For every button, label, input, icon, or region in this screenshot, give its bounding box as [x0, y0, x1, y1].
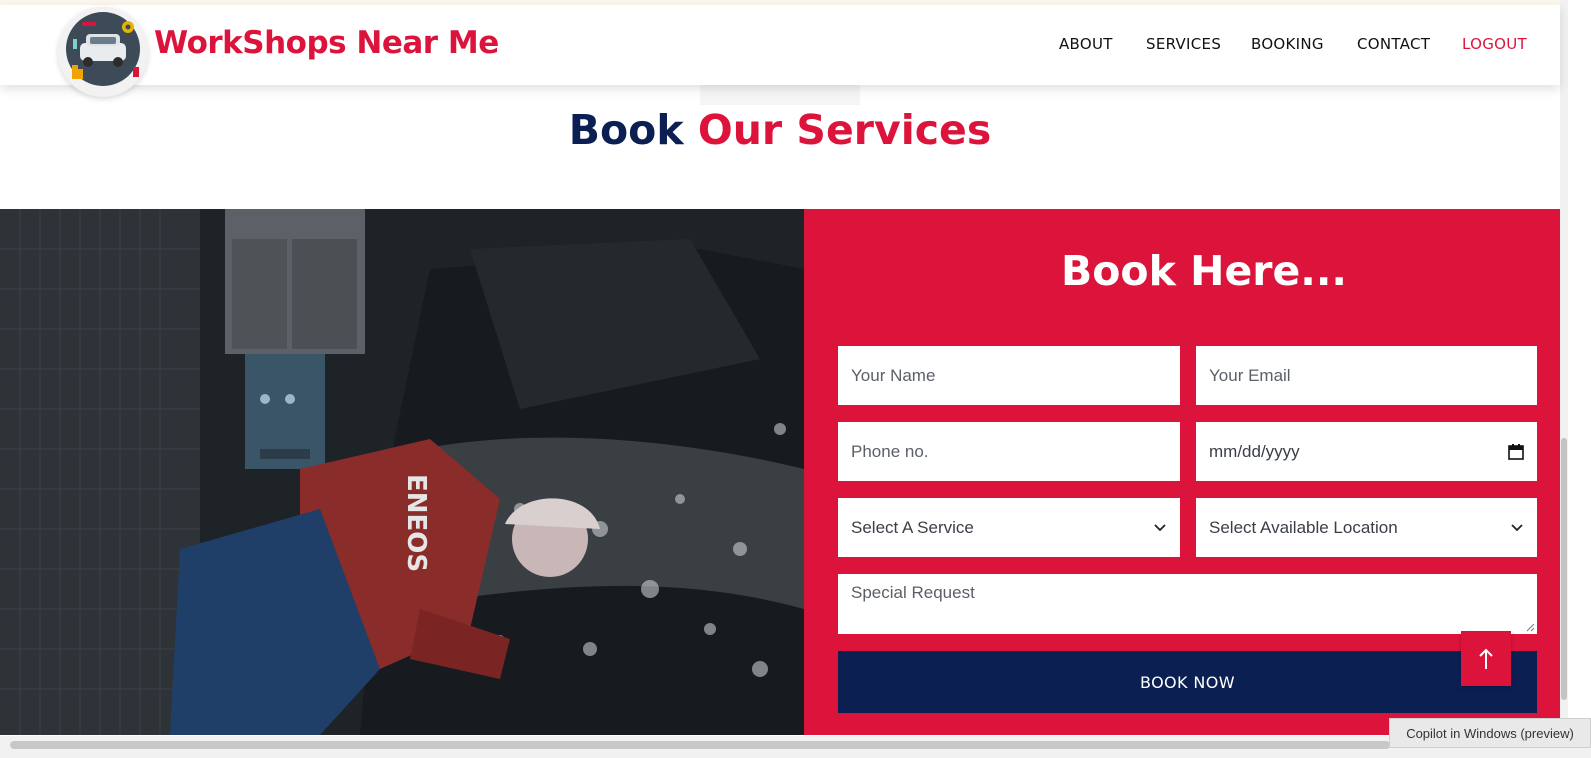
- nav-about[interactable]: ABOUT: [1059, 35, 1113, 53]
- book-now-button[interactable]: BOOK NOW: [838, 651, 1537, 713]
- name-input[interactable]: [851, 365, 1167, 386]
- copilot-banner[interactable]: Copilot in Windows (preview): [1389, 718, 1591, 748]
- booking-title: Book Here...: [1061, 247, 1347, 295]
- name-field[interactable]: [838, 346, 1180, 405]
- date-field[interactable]: mm/dd/yyyy: [1196, 422, 1537, 481]
- arrow-up-icon: [1479, 648, 1493, 669]
- decorative-strip: [700, 85, 860, 105]
- chevron-down-icon: [1154, 523, 1166, 531]
- date-placeholder: mm/dd/yyyy: [1209, 441, 1300, 461]
- horizontal-scroll-thumb[interactable]: [10, 741, 1390, 749]
- nav-logout[interactable]: LOGOUT: [1462, 35, 1527, 53]
- nav-booking[interactable]: BOOKING: [1251, 35, 1324, 53]
- calendar-icon[interactable]: [1508, 443, 1524, 460]
- car-wash-illustration: ENEOS: [0, 209, 804, 735]
- vertical-scroll-thumb[interactable]: [1561, 438, 1567, 700]
- special-request-textarea[interactable]: Special Request: [838, 574, 1537, 634]
- car-wash-photo: ENEOS: [0, 209, 804, 735]
- service-select-value: Select A Service: [851, 517, 974, 537]
- resize-handle-icon[interactable]: [1526, 623, 1535, 632]
- booking-panel: Book Here... mm/dd/yyyy Select A Service…: [804, 209, 1560, 735]
- email-input[interactable]: [1209, 365, 1524, 386]
- nav-services[interactable]: SERVICES: [1146, 35, 1221, 53]
- workshop-logo-icon: [66, 12, 140, 86]
- phone-input[interactable]: [851, 441, 1167, 462]
- logo[interactable]: [58, 7, 148, 97]
- brand-name[interactable]: WorkShops Near Me: [154, 25, 499, 61]
- back-to-top-button[interactable]: [1461, 631, 1511, 686]
- navbar: WorkShops Near Me ABOUT SERVICES BOOKING…: [0, 5, 1560, 97]
- nav-contact[interactable]: CONTACT: [1357, 35, 1430, 53]
- special-request-placeholder: Special Request: [851, 583, 975, 602]
- page-title-part1: Book: [568, 106, 684, 154]
- location-select[interactable]: Select Available Location: [1196, 498, 1537, 557]
- page-title: Book Our Services: [0, 106, 1560, 154]
- chevron-down-icon: [1511, 523, 1523, 531]
- worker-jacket-label: ENEOS: [401, 474, 431, 572]
- location-select-value: Select Available Location: [1209, 517, 1398, 537]
- phone-field[interactable]: [838, 422, 1180, 481]
- window-edge: [1568, 0, 1591, 736]
- page-title-part2: Our Services: [697, 106, 992, 154]
- service-select[interactable]: Select A Service: [838, 498, 1180, 557]
- email-field[interactable]: [1196, 346, 1537, 405]
